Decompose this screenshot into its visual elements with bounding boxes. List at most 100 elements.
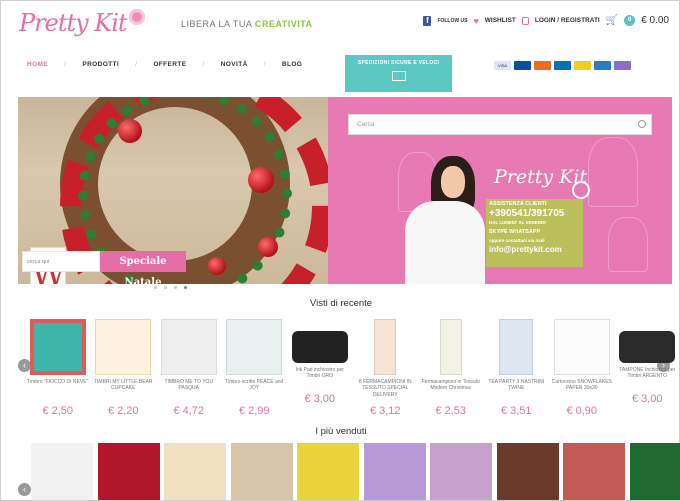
woman-face xyxy=(441,166,465,198)
product-card[interactable]: Fermacampioni in Tessuto Modern Christma… xyxy=(418,319,484,417)
nav-blog[interactable]: BLOG xyxy=(282,61,302,68)
product-price: € 2,20 xyxy=(107,405,139,417)
wishlist-link[interactable]: WISHLIST xyxy=(485,17,516,24)
product-card[interactable]: Timbro "FIOCCO DI NEVE" € 2,50 xyxy=(25,319,91,417)
product-name[interactable]: Fermacampioni in Tessuto Modern Christma… xyxy=(418,379,484,401)
product-price: € 4,72 xyxy=(173,405,205,417)
recent-title: Visti di recente xyxy=(309,298,373,309)
product-price: € 2,99 xyxy=(238,405,270,417)
product-name[interactable]: Cartoncino SNOWFLAKES PAPER 30x30 xyxy=(549,379,615,401)
bestseller-image[interactable] xyxy=(563,443,625,500)
product-card[interactable]: Timbro scritte PEACE and JOY € 2,99 xyxy=(222,319,288,417)
product-card[interactable]: Cartoncino SNOWFLAKES PAPER 30x30 € 0,90 xyxy=(549,319,615,417)
product-card[interactable]: TAMPONE Inchiostro per Timbri ARGENTO € 3… xyxy=(615,319,680,417)
cart-icon[interactable]: 🛒 xyxy=(606,15,618,26)
mastercard-icon xyxy=(514,61,531,70)
product-image[interactable] xyxy=(619,331,676,363)
product-name[interactable]: Timbro "FIOCCO DI NEVE" xyxy=(25,379,91,401)
follow-us-link[interactable]: FOLLOW US xyxy=(437,18,467,24)
flower-icon xyxy=(128,9,145,25)
assistenza-label: ASSISTENZA CLIENTI xyxy=(489,201,547,207)
truck-icon xyxy=(391,71,406,81)
product-image[interactable] xyxy=(95,319,152,375)
product-image[interactable] xyxy=(439,319,462,375)
recent-products-row: Timbro "FIOCCO DI NEVE" € 2,50 TIMBRI MY L… xyxy=(25,319,680,417)
maestro-icon xyxy=(534,61,551,70)
nav-novita[interactable]: NOVITÀ xyxy=(221,61,248,68)
product-name[interactable]: TEA PARTY 3 NASTRINI TWINE xyxy=(484,379,550,401)
bestseller-image[interactable] xyxy=(629,443,680,500)
bestsellers-title: I più venduti xyxy=(315,426,367,437)
product-card[interactable]: TEA PARTY 3 NASTRINI TWINE € 3,51 xyxy=(484,319,550,417)
nav-home[interactable]: HOME xyxy=(27,61,48,68)
slider-dots xyxy=(154,286,187,289)
product-name[interactable]: TIMBRO ME TO YOU PASQUA xyxy=(156,379,222,401)
product-image[interactable] xyxy=(160,319,217,375)
slider-dot-active[interactable] xyxy=(184,286,187,289)
product-price: € 2,50 xyxy=(42,405,74,417)
nav-separator: / xyxy=(135,61,138,68)
contact-info: ASSISTENZA CLIENTI +390541/391705 DAL LU… xyxy=(489,201,564,255)
bestseller-image[interactable] xyxy=(230,443,293,500)
ornament-image xyxy=(248,167,274,193)
product-image[interactable] xyxy=(29,319,86,375)
bestseller-image[interactable] xyxy=(297,443,359,500)
birdcage-decoration xyxy=(588,137,638,207)
bestseller-image[interactable] xyxy=(496,443,559,500)
login-link[interactable]: LOGIN / REGISTRATI xyxy=(535,17,600,24)
product-name[interactable]: Timbro scritte PEACE and JOY xyxy=(222,379,288,401)
nav-separator: / xyxy=(263,61,266,68)
birdcage-decoration xyxy=(608,217,648,272)
product-name[interactable]: TIMBRI MY LITTLE BEAR CUPCAKE xyxy=(91,379,157,401)
product-image[interactable] xyxy=(553,319,610,375)
product-name[interactable]: 8 FERMACAMPIONI IN TESSUTO SPECIAL DELIV… xyxy=(353,379,419,401)
product-image[interactable] xyxy=(226,319,283,375)
speciale-natale-button[interactable]: Speciale Natale xyxy=(100,251,186,288)
slider-dot[interactable] xyxy=(164,286,167,289)
slider-dot[interactable] xyxy=(154,286,157,289)
shipping-label: SPEDIZIONI SICURE E VELOCI xyxy=(357,60,440,66)
bestseller-image[interactable] xyxy=(363,443,426,500)
bestseller-image[interactable] xyxy=(164,443,226,500)
shipping-banner: SPEDIZIONI SICURE E VELOCI xyxy=(345,55,452,92)
search-icon[interactable] xyxy=(638,120,646,128)
postepay-icon xyxy=(574,61,591,70)
main-nav: HOME / PRODOTTI / OFFERTE / NOVITÀ / BLO… xyxy=(27,61,302,68)
visa-icon: VISA xyxy=(494,61,511,70)
product-price: € 3,00 xyxy=(631,393,663,405)
nav-offerte[interactable]: OFFERTE xyxy=(153,61,186,68)
product-image[interactable] xyxy=(291,331,348,363)
product-card[interactable]: Ink Pad inchiostro per Timbri ORO € 3,00 xyxy=(287,319,353,417)
hero-search-input[interactable]: cerca qui xyxy=(22,251,100,272)
email-link[interactable]: info@prettykit.com xyxy=(489,245,564,255)
product-image[interactable] xyxy=(499,319,534,375)
product-name[interactable]: Ink Pad inchiostro per Timbri ORO xyxy=(287,367,353,389)
card-icon xyxy=(594,61,611,70)
bestseller-image[interactable] xyxy=(97,443,160,500)
ornament-image xyxy=(258,237,278,257)
search-input[interactable]: Cerca xyxy=(348,114,652,135)
nav-separator: / xyxy=(202,61,205,68)
product-name[interactable]: TAMPONE Inchiostro per Timbri ARGENTO xyxy=(615,367,680,389)
product-price: € 0,90 xyxy=(566,405,598,417)
nav-prodotti[interactable]: PRODOTTI xyxy=(82,61,119,68)
hours-label: DAL LUNEDI' AL VENERDI' xyxy=(489,219,547,225)
email-label: oppure contattaci via mail xyxy=(489,237,545,243)
facebook-icon[interactable]: f xyxy=(423,15,432,26)
woman-body xyxy=(405,201,485,284)
nav-separator: / xyxy=(64,61,67,68)
slider-dot[interactable] xyxy=(174,286,177,289)
cart-total[interactable]: € 0.00 xyxy=(641,15,669,26)
product-card[interactable]: TIMBRI MY LITTLE BEAR CUPCAKE € 2,20 xyxy=(91,319,157,417)
phone-number[interactable]: +390541/391705 xyxy=(489,208,564,220)
chevron-left-icon[interactable]: ‹ xyxy=(18,483,31,496)
skype-whatsapp-label[interactable]: SKYPE WHATSAPP xyxy=(489,229,564,236)
payment-methods: VISA xyxy=(494,61,631,70)
site-logo[interactable]: Pretty Kit xyxy=(19,9,145,37)
bestseller-image[interactable] xyxy=(31,443,93,500)
product-card[interactable]: 8 FERMACAMPIONI IN TESSUTO SPECIAL DELIV… xyxy=(353,319,419,417)
product-image[interactable] xyxy=(374,319,397,375)
paypal-icon xyxy=(554,61,571,70)
product-card[interactable]: TIMBRO ME TO YOU PASQUA € 4,72 xyxy=(156,319,222,417)
bestseller-image[interactable] xyxy=(430,443,492,500)
